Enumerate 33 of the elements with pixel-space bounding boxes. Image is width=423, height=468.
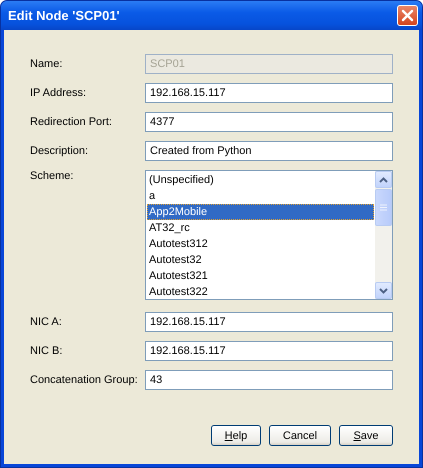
dialog-button[interactable]: Save bbox=[339, 425, 393, 446]
grip-icon bbox=[380, 204, 387, 211]
field-label: NIC B: bbox=[30, 345, 64, 357]
field-label: Concatenation Group: bbox=[30, 374, 139, 386]
input-field[interactable]: Created from Python bbox=[145, 141, 393, 161]
list-item[interactable]: Autotest321 bbox=[147, 268, 374, 284]
list-item[interactable]: App2Mobile bbox=[147, 204, 374, 220]
input-field[interactable]: 192.168.15.117 bbox=[145, 312, 393, 332]
window-title: Edit Node 'SCP01' bbox=[8, 8, 120, 23]
scroll-down-button[interactable] bbox=[375, 282, 392, 299]
scroll-thumb[interactable] bbox=[375, 189, 392, 226]
close-button[interactable] bbox=[397, 5, 418, 26]
list-item[interactable]: Autotest312 bbox=[147, 236, 374, 252]
close-icon bbox=[401, 9, 414, 22]
input-field[interactable]: 4377 bbox=[145, 112, 393, 132]
field-label: IP Address: bbox=[30, 87, 88, 99]
scrollbar[interactable] bbox=[375, 171, 392, 299]
scroll-up-button[interactable] bbox=[375, 171, 392, 188]
list-item[interactable]: (Unspecified) bbox=[147, 172, 374, 188]
field-label: Scheme: bbox=[30, 170, 74, 182]
field-label: Name: bbox=[30, 58, 64, 70]
list-item[interactable]: Autotest322 bbox=[147, 284, 374, 300]
list-item[interactable]: Autotest32 bbox=[147, 252, 374, 268]
list-item[interactable]: a bbox=[147, 188, 374, 204]
list-item[interactable]: AT32_rc bbox=[147, 220, 374, 236]
dialog-button[interactable]: Help bbox=[211, 425, 261, 446]
dialog-button[interactable]: Cancel bbox=[269, 425, 331, 446]
field-label: NIC A: bbox=[30, 316, 63, 328]
field-label: Redirection Port: bbox=[30, 116, 113, 128]
input-field[interactable]: 43 bbox=[145, 370, 393, 390]
input-field[interactable]: 192.168.15.117 bbox=[145, 83, 393, 103]
field-label: Description: bbox=[30, 145, 90, 157]
input-field[interactable]: 192.168.15.117 bbox=[145, 341, 393, 361]
